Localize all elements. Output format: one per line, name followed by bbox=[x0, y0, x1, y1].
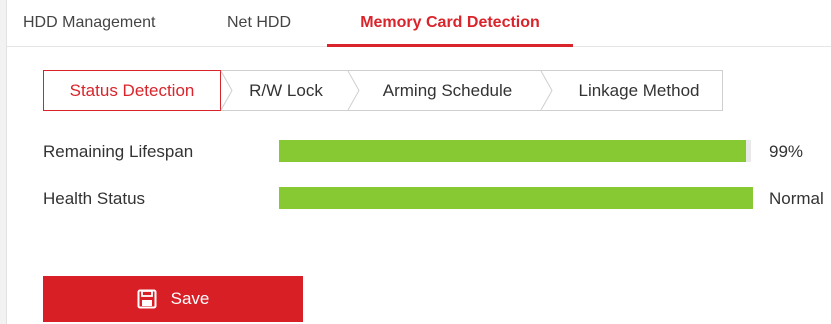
sub-tab-bar: Status Detection R/W Lock Arming Schedul… bbox=[43, 70, 723, 111]
lifespan-value: 99% bbox=[769, 142, 804, 161]
health-status-fill bbox=[279, 187, 753, 209]
tab-hdd-management[interactable]: HDD Management bbox=[23, 0, 156, 46]
top-tab-bar: HDD Management Net HDD Memory Card Detec… bbox=[7, 0, 831, 47]
health-status-value: Normal bbox=[769, 189, 824, 208]
subtab-arming-schedule[interactable]: Arming Schedule bbox=[360, 71, 535, 110]
health-status-label: Health Status bbox=[43, 189, 146, 208]
lifespan-progress-fill bbox=[279, 140, 747, 162]
subtab-status-detection[interactable]: Status Detection bbox=[43, 70, 221, 111]
content-frame: HDD Management Net HDD Memory Card Detec… bbox=[6, 0, 831, 324]
health-status-bar bbox=[279, 187, 753, 209]
subtab-linkage-method[interactable]: Linkage Method bbox=[556, 71, 722, 110]
chevron-separator bbox=[540, 71, 553, 110]
tab-net-hdd[interactable]: Net HDD bbox=[227, 0, 291, 46]
floppy-disk-icon bbox=[137, 289, 157, 309]
save-button[interactable]: Save bbox=[43, 276, 303, 322]
lifespan-progress-bar bbox=[279, 140, 751, 162]
subtab-rw-lock[interactable]: R/W Lock bbox=[232, 71, 340, 110]
remaining-lifespan-label: Remaining Lifespan bbox=[43, 142, 194, 161]
tab-memory-card-detection[interactable]: Memory Card Detection bbox=[327, 0, 573, 47]
chevron-separator bbox=[347, 71, 360, 110]
save-button-label: Save bbox=[170, 289, 210, 308]
